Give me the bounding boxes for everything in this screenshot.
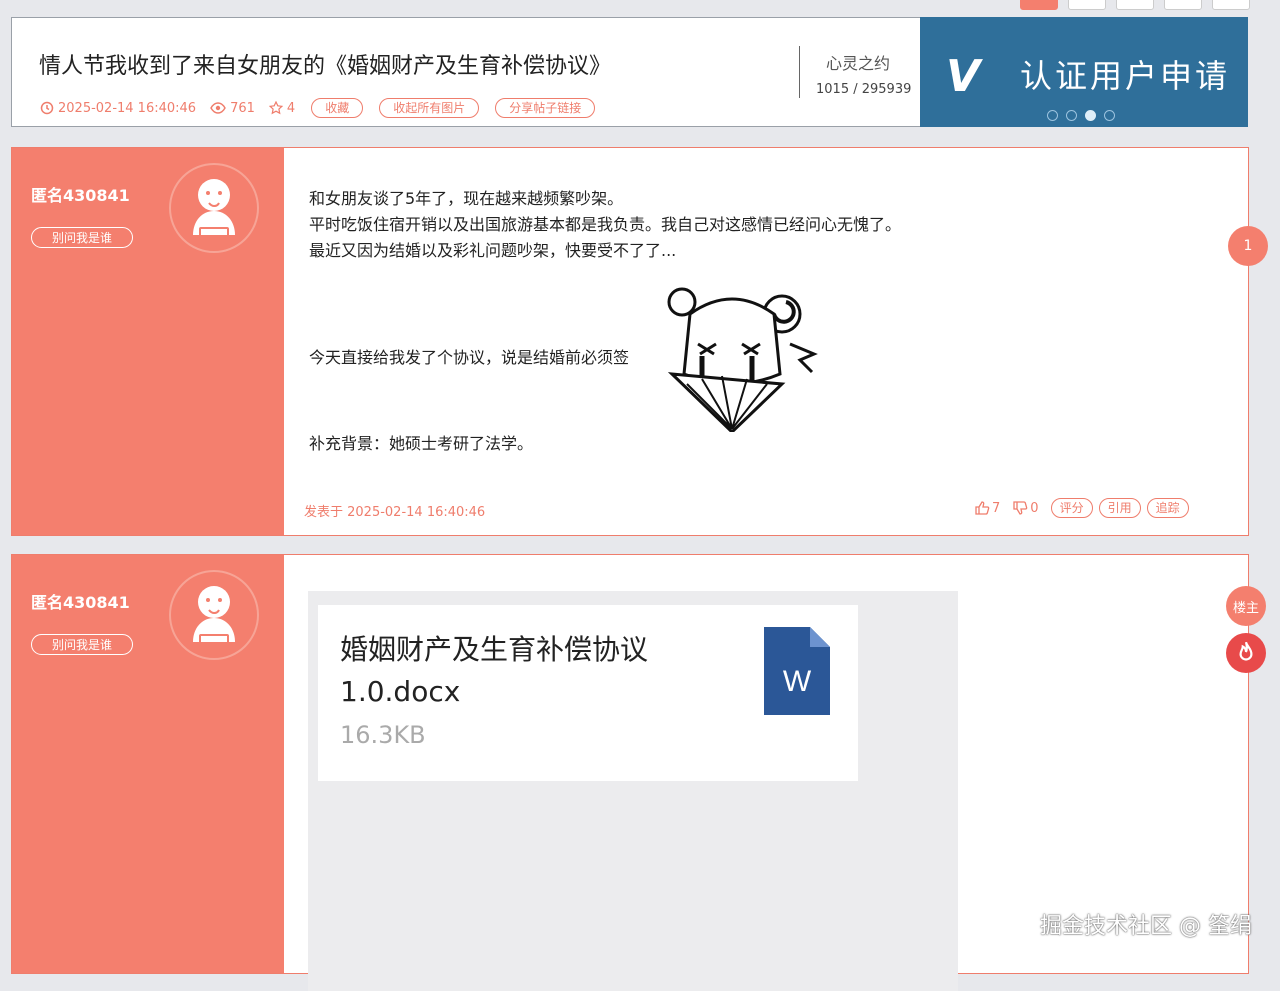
word-letter: W: [783, 665, 812, 698]
author-name[interactable]: 匿名430841: [31, 182, 130, 206]
like-count: 7: [992, 500, 1001, 516]
author-sidebar: 匿名430841 别问我是谁: [12, 555, 284, 973]
carousel-dot[interactable]: [1066, 110, 1077, 121]
pagination-stub: [1020, 0, 1250, 10]
file-card[interactable]: 婚姻财产及生育补偿协议1.0.docx 16.3KB W: [318, 605, 858, 781]
page-button[interactable]: [1164, 0, 1202, 10]
meta-favorites: 4: [268, 100, 296, 116]
file-size: 16.3KB: [340, 721, 426, 749]
post-datetime: 2025-02-14 16:40:46: [58, 100, 197, 116]
thread-owner-badge[interactable]: 楼主: [1226, 586, 1266, 626]
share-link-button[interactable]: 分享帖子链接: [495, 98, 596, 118]
anon-avatar-icon: [193, 179, 235, 237]
post-line: 平时吃饭住宿开销以及出国旅游基本都是我负责。我自己对这感情已经问心无愧了。: [309, 215, 902, 234]
post-actions: 7 0 评分 引用 追踪: [974, 498, 1189, 518]
author-sidebar: 匿名430841 别问我是谁: [12, 148, 284, 535]
post-line: 今天直接给我发了个协议，说是结婚前必须签: [309, 348, 630, 367]
eye-icon: [210, 102, 226, 114]
banner-text: 认证用户申请: [1020, 57, 1231, 95]
rate-button[interactable]: 评分: [1050, 498, 1093, 518]
attachment-screenshot[interactable]: 婚姻财产及生育补偿协议1.0.docx 16.3KB W: [308, 591, 958, 991]
thumbs-up-icon: [975, 501, 990, 515]
avatar[interactable]: [169, 163, 259, 253]
banner-carousel-dots: [1047, 110, 1115, 121]
collapse-images-button[interactable]: 收起所有图片: [379, 98, 480, 118]
post-content: 和女朋友谈了5年了，现在越来越频繁吵架。 平时吃饭住宿开销以及出国旅游基本都是我…: [309, 186, 901, 264]
thread-meta: 2025-02-14 16:40:46 761 4 收藏 收起所有图片 分享帖子…: [40, 98, 596, 118]
favorite-button[interactable]: 收藏: [311, 98, 364, 118]
page-button[interactable]: [1116, 0, 1154, 10]
forum-stats: 1015 / 295939: [816, 82, 912, 97]
carousel-dot-active[interactable]: [1085, 110, 1096, 121]
post-floor-1: 匿名430841 别问我是谁 和女朋友谈了5年了，现在越来越频繁吵架。 平时吃饭…: [11, 147, 1249, 536]
word-doc-icon: W: [764, 627, 830, 715]
divider: [799, 46, 800, 98]
star-icon: [268, 101, 283, 115]
verified-v-icon: V: [946, 51, 981, 102]
page-button[interactable]: [1020, 0, 1058, 10]
forum-name[interactable]: 心灵之约: [826, 50, 890, 74]
avatar[interactable]: [169, 570, 259, 660]
meta-views: 761: [210, 101, 255, 116]
crying-meme-sticker: [667, 287, 818, 432]
author-tag: 别问我是谁: [31, 634, 134, 655]
carousel-dot[interactable]: [1047, 110, 1058, 121]
track-button[interactable]: 追踪: [1146, 498, 1189, 518]
thread-title: 情人节我收到了来自女朋友的《婚姻财产及生育补偿协议》: [39, 54, 612, 79]
anon-avatar-icon: [193, 586, 235, 644]
dislike-count: 0: [1030, 500, 1039, 516]
like-button[interactable]: 7: [974, 500, 1000, 516]
author-name[interactable]: 匿名430841: [31, 589, 130, 613]
floor-number-badge[interactable]: 1: [1228, 226, 1268, 266]
post-line: 和女朋友谈了5年了，现在越来越频繁吵架。: [309, 189, 624, 208]
flame-icon: [1239, 641, 1253, 661]
file-name: 婚姻财产及生育补偿协议1.0.docx: [340, 633, 649, 708]
favorite-count: 4: [286, 100, 296, 116]
quote-button[interactable]: 引用: [1098, 498, 1141, 518]
view-count: 761: [230, 100, 255, 116]
verify-banner[interactable]: V 认证用户申请: [920, 17, 1248, 127]
watermark: 掘金技术社区 @ 筌绢: [1040, 914, 1252, 939]
post-line: 最近又因为结婚以及彩礼问题吵架，快要受不了了...: [309, 241, 677, 260]
author-tag: 别问我是谁: [31, 227, 134, 248]
carousel-dot[interactable]: [1104, 110, 1115, 121]
post-line: 补充背景：她硕士考研了法学。: [309, 434, 534, 453]
page-button[interactable]: [1212, 0, 1250, 10]
posted-at: 发表于 2025-02-14 16:40:46: [304, 505, 486, 520]
dislike-button[interactable]: 0: [1012, 500, 1039, 516]
clock-icon: [40, 101, 54, 115]
thumbs-down-icon: [1013, 501, 1028, 515]
meta-datetime: 2025-02-14 16:40:46: [40, 101, 196, 116]
page-button[interactable]: [1068, 0, 1106, 10]
hot-badge[interactable]: [1226, 633, 1266, 673]
